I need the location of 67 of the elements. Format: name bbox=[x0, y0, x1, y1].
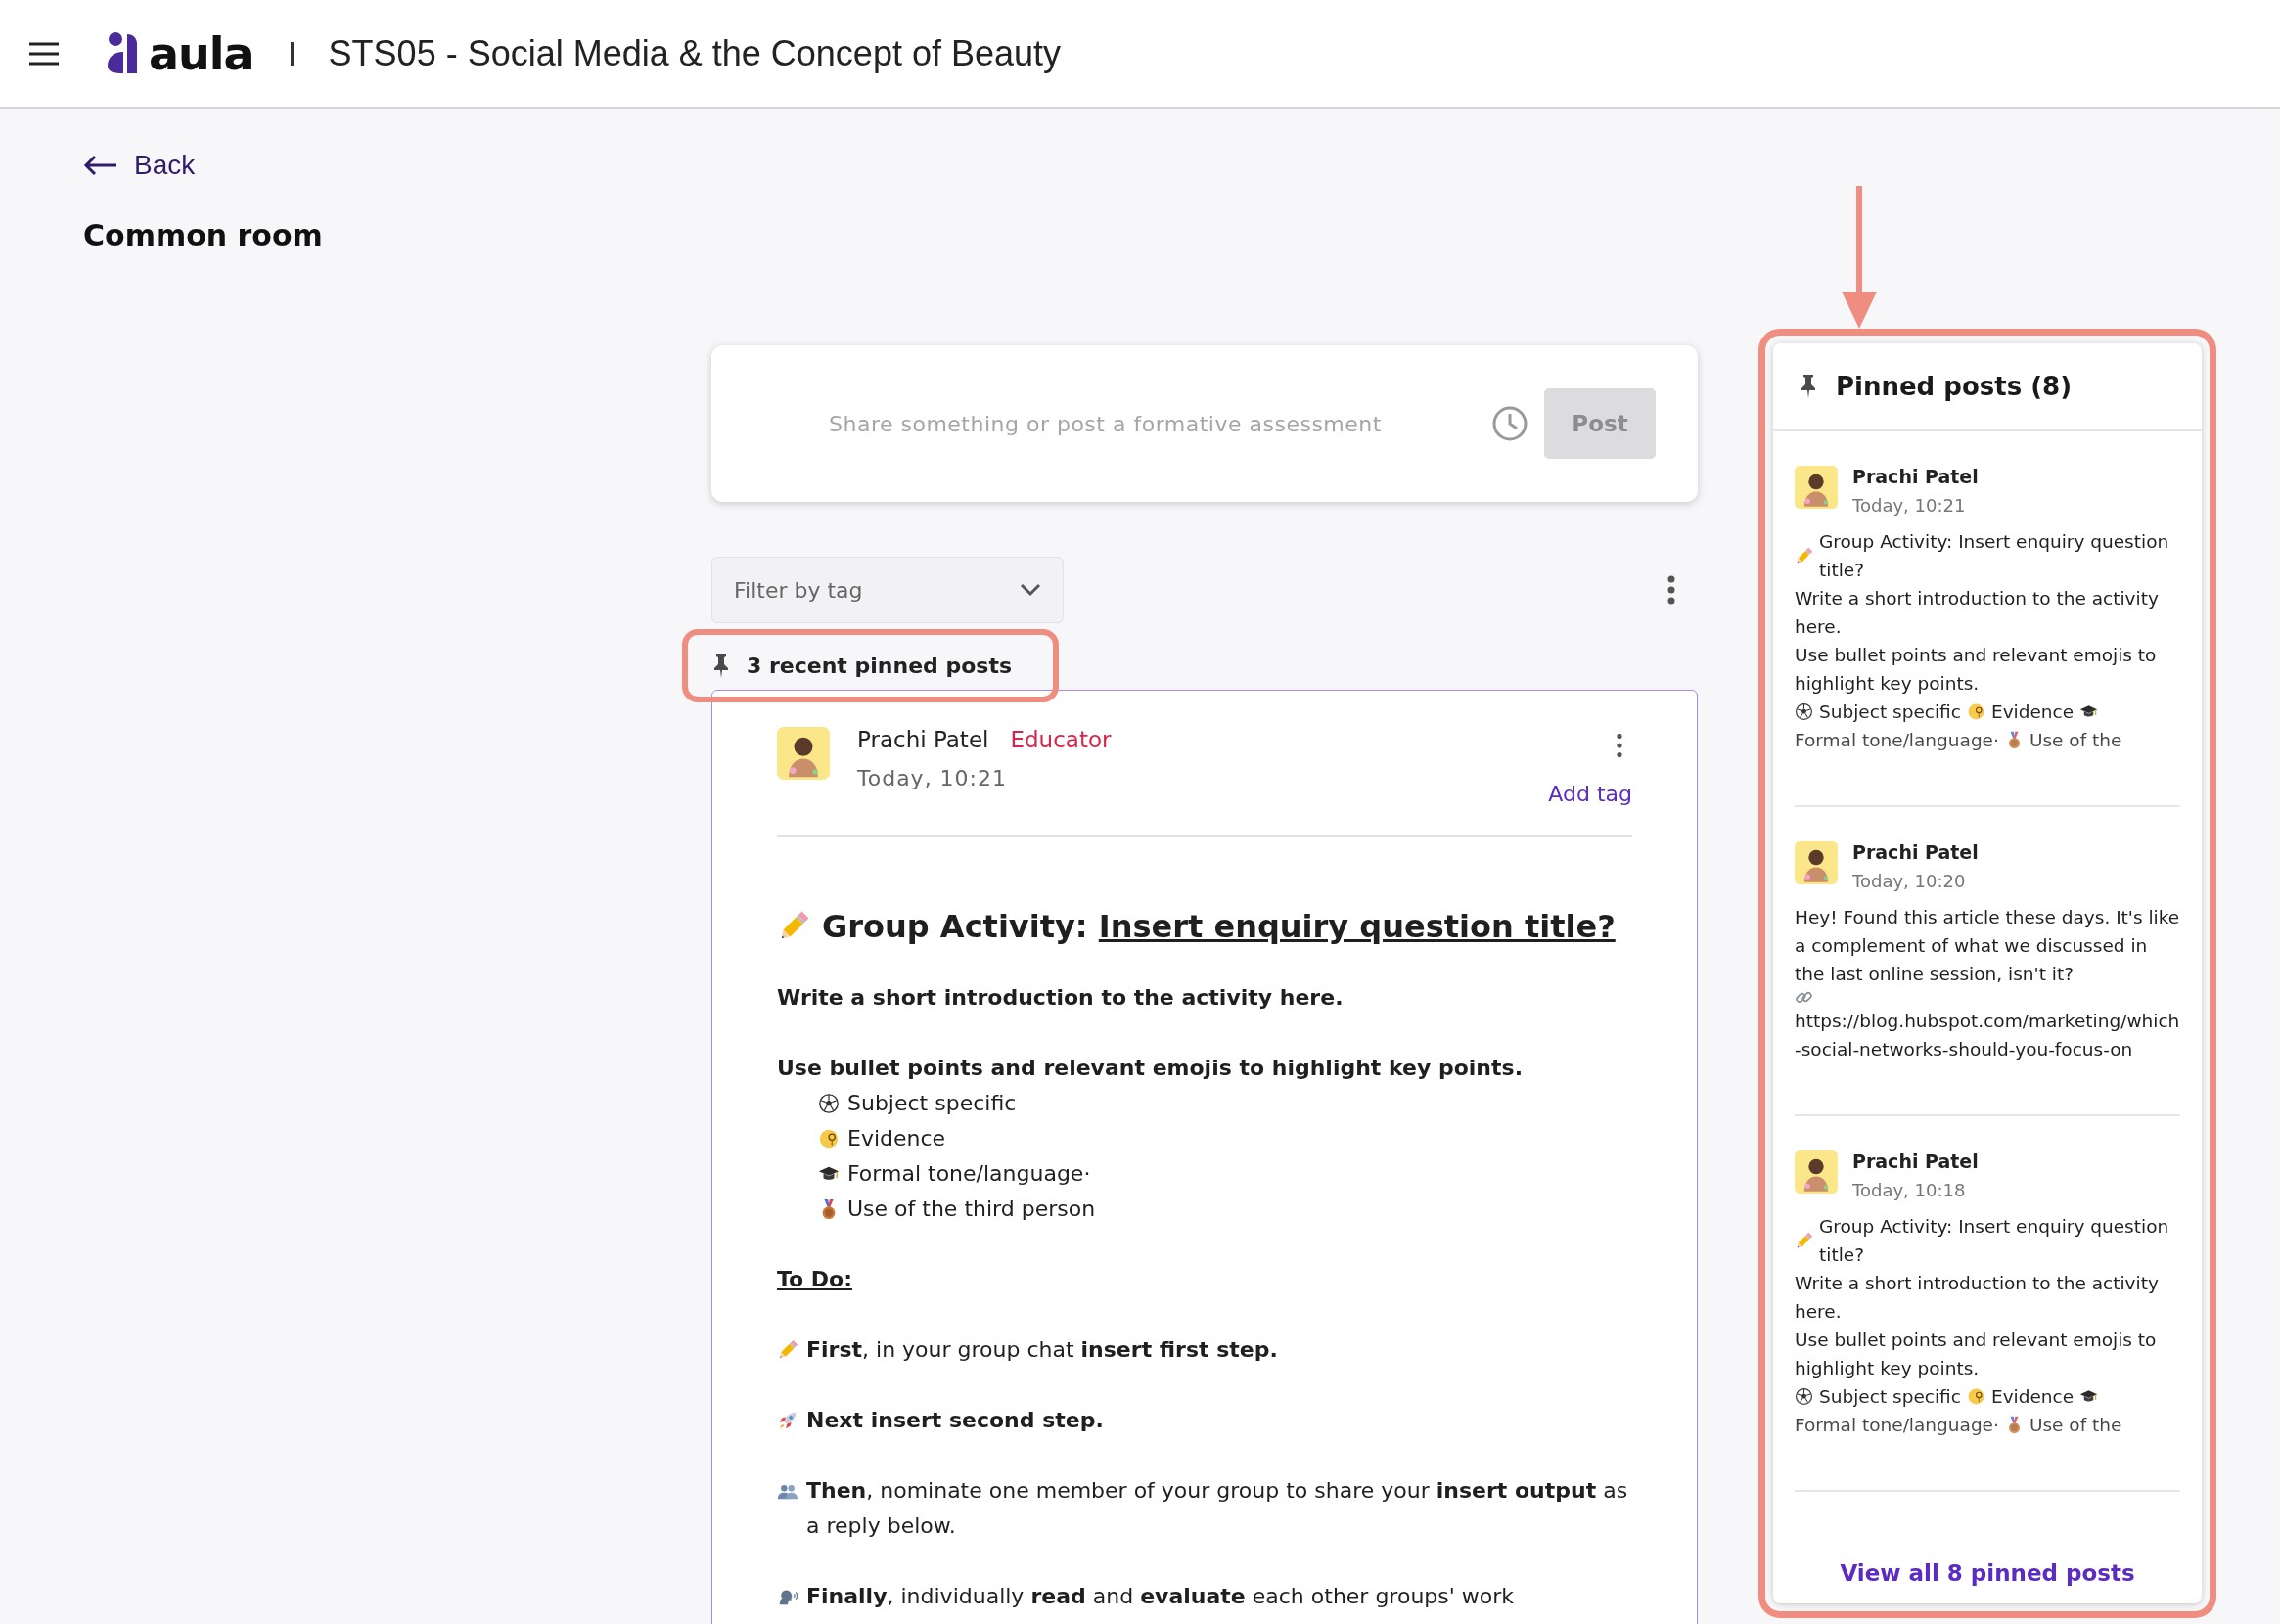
post-text: Formal tone/language· bbox=[1795, 1414, 1999, 1437]
clock-icon[interactable] bbox=[1491, 405, 1528, 442]
post-text: Formal tone/language· bbox=[1795, 729, 1999, 752]
post-time: Today, 10:18 bbox=[1852, 1180, 1967, 1200]
section-heading: To Do: bbox=[777, 1266, 854, 1293]
menu-icon[interactable] bbox=[27, 40, 61, 67]
step-text: First, in your group chat insert first step. bbox=[806, 1336, 1278, 1364]
post-text: Evidence bbox=[1990, 700, 2075, 724]
post-text: Write a short introduction to the activity here. bbox=[777, 984, 1345, 1012]
more-icon[interactable] bbox=[1666, 575, 1676, 605]
post-text: Use of the bbox=[2029, 1414, 2122, 1437]
post-text: Use bullet points and relevant emojis to highlight key points. bbox=[1795, 1329, 2158, 1380]
post-time: Today, 10:21 bbox=[1852, 495, 1967, 516]
post-text: Group Activity: Insert enquiry question title? bbox=[1819, 1215, 2170, 1267]
view-all-link[interactable]: View all 8 pinned posts bbox=[1840, 1560, 2135, 1586]
avatar-icon bbox=[1795, 466, 1838, 509]
soccer-ball-icon bbox=[1795, 702, 1813, 721]
avatar-icon bbox=[1795, 841, 1838, 884]
more-icon[interactable] bbox=[1615, 733, 1624, 758]
pencil-icon bbox=[1795, 546, 1813, 565]
post-text: Use bullet points and relevant emojis to highlight key points. bbox=[1795, 644, 2158, 696]
step-text: Then, nominate one member of your group to share your insert output as a reply below. bbox=[806, 1477, 1629, 1540]
back-link[interactable]: Back bbox=[83, 150, 196, 181]
pencil-icon bbox=[1795, 1231, 1813, 1250]
post-text: https://blog.hubspot.com/marketing/which-social-networks-should-you-focus-on bbox=[1795, 1010, 2180, 1061]
panel-title: Pinned posts (8) bbox=[1836, 372, 2073, 401]
post-time: Today, 10:20 bbox=[1852, 871, 1967, 891]
bullet-text: Subject specific bbox=[847, 1090, 1017, 1117]
tag-filter-dropdown[interactable]: Filter by tag bbox=[711, 557, 1064, 623]
post-heading: Group Activity: Insert enquiry question title? bbox=[822, 908, 1616, 945]
post-text: Evidence bbox=[1990, 1385, 2075, 1409]
page-title: Common room bbox=[83, 218, 324, 252]
soccer-ball-icon bbox=[818, 1093, 840, 1114]
post-text: Use of the bbox=[2029, 729, 2122, 752]
smiley-monocle-icon bbox=[1966, 1387, 1985, 1406]
post-text: Group Activity: Insert enquiry question title? bbox=[1819, 530, 2170, 582]
chevron-down-icon bbox=[1020, 583, 1041, 597]
author-name: Prachi Patel bbox=[857, 727, 989, 752]
bullet-text: Evidence bbox=[847, 1125, 946, 1152]
avatar-icon bbox=[777, 727, 830, 780]
bullet-text: Formal tone/language· bbox=[847, 1160, 1091, 1188]
logo-text: aula bbox=[149, 26, 253, 80]
add-tag-link[interactable]: Add tag bbox=[1548, 782, 1632, 806]
post-text: Subject specific bbox=[1819, 700, 1961, 724]
avatar-icon bbox=[1795, 1150, 1838, 1194]
post-text: Write a short introduction to the activity here. bbox=[1795, 1272, 2160, 1324]
post-time: Today, 10:21 bbox=[857, 766, 1008, 790]
post-text: Write a short introduction to the activity here. bbox=[1795, 587, 2160, 639]
arrow-left-icon bbox=[83, 155, 118, 176]
pencil-icon bbox=[777, 1339, 798, 1361]
step-text: Finally, individually read and evaluate each other groups' work bbox=[806, 1583, 1515, 1610]
rocket-icon bbox=[777, 1410, 798, 1431]
smiley-monocle-icon bbox=[1966, 702, 1985, 721]
role-label: Educator bbox=[1010, 727, 1112, 752]
author-name: Prachi Patel bbox=[1852, 466, 1979, 487]
pinned-count-label: 3 recent pinned posts bbox=[747, 654, 1013, 678]
post-text: Subject specific bbox=[1819, 1385, 1961, 1409]
soccer-ball-icon bbox=[1795, 1387, 1813, 1406]
author-name: Prachi Patel bbox=[1852, 841, 1979, 863]
author-name: Prachi Patel bbox=[1852, 1150, 1979, 1172]
post-text: Hey! Found this article these days. It's like a complement of what we discussed in the last online session, isn't it? bbox=[1795, 906, 2180, 986]
smiley-monocle-icon bbox=[818, 1128, 840, 1150]
bullet-text: Use of the third person bbox=[847, 1195, 1096, 1223]
post-text: Use bullet points and relevant emojis to highlight key points. bbox=[777, 1055, 1524, 1082]
post-input[interactable]: Share something or post a formative assessment bbox=[827, 410, 1491, 437]
step-text: Next insert second step. bbox=[806, 1407, 1104, 1434]
course-title: STS05 - Social Media & the Concept of Beauty bbox=[328, 32, 1061, 74]
